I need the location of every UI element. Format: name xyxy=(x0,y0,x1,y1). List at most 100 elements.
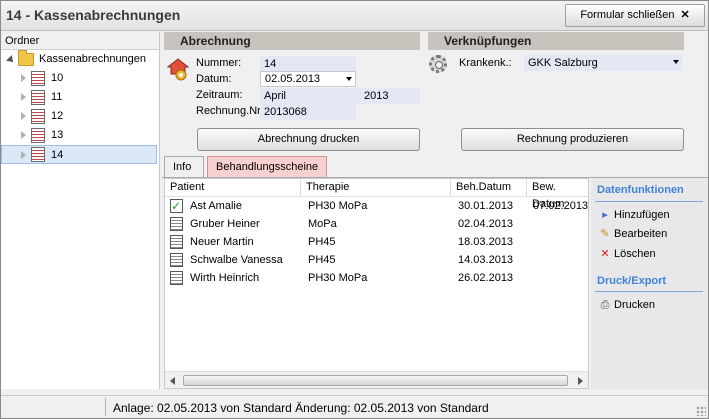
druck-export-header: Druck/Export xyxy=(597,275,667,287)
expand-icon[interactable] xyxy=(21,151,26,159)
table-row[interactable]: Wirth Heinrich PH30 MoPa 26.02.2013 xyxy=(165,269,588,287)
drucken-label: Drucken xyxy=(614,299,655,311)
drucken-button[interactable]: ⎙ Drucken xyxy=(599,297,655,313)
collapse-icon[interactable] xyxy=(6,55,16,65)
tab-behandlungsscheine[interactable]: Behandlungsscheine xyxy=(207,156,327,178)
cell-patient: Wirth Heinrich xyxy=(190,272,260,284)
status-bar: Anlage: 02.05.2013 von Standard Änderung… xyxy=(1,395,708,418)
tab-info[interactable]: Info xyxy=(164,156,204,178)
krankenk-label: Krankenk.: xyxy=(459,57,512,69)
nummer-label: Nummer: xyxy=(196,57,242,69)
tree-item-label: 11 xyxy=(51,91,63,103)
delete-icon: ✕ xyxy=(600,248,610,260)
status-separator xyxy=(105,398,106,416)
krankenk-select[interactable]: GKK Salzburg xyxy=(524,55,682,71)
bearbeiten-label: Bearbeiten xyxy=(614,228,668,240)
verknuepfungen-header: Verknüpfungen xyxy=(428,32,684,50)
doc-icon xyxy=(170,235,183,249)
tree-root-label: Kassenabrechnungen xyxy=(39,53,147,65)
add-icon: ▸ xyxy=(602,209,608,221)
column-header-bew-datum[interactable]: Bew. Datum xyxy=(527,179,588,210)
table-row[interactable]: Schwalbe Vanessa PH45 14.03.2013 xyxy=(165,251,588,269)
nummer-field[interactable]: 14 xyxy=(260,56,356,72)
rechnung-label: Rechnung.Nr xyxy=(196,105,261,117)
cell-therapie: PH30 MoPa xyxy=(308,200,368,212)
invoice-icon xyxy=(31,90,45,105)
hinzufuegen-label: Hinzufügen xyxy=(614,209,670,221)
zeitraum-month-field[interactable]: April xyxy=(260,88,360,104)
zeitraum-year-field[interactable]: 2013 xyxy=(360,88,420,104)
tree-item-label: 14 xyxy=(51,149,64,161)
cell-beh-datum: 14.03.2013 xyxy=(458,254,514,266)
check-doc-icon xyxy=(170,197,183,215)
loeschen-label: Löschen xyxy=(614,248,656,260)
folder-icon xyxy=(18,50,34,66)
cell-beh-datum: 18.03.2013 xyxy=(458,236,514,248)
tree-item-13[interactable]: 13 xyxy=(1,126,159,145)
invoice-icon xyxy=(31,147,45,162)
window: 14 - Kassenabrechnungen Formular schließ… xyxy=(0,0,709,419)
dropdown-arrow-icon[interactable] xyxy=(346,77,352,81)
tree-item-label: 12 xyxy=(51,110,64,122)
cell-patient: Schwalbe Vanessa xyxy=(190,254,283,266)
krankenk-value: GKK Salzburg xyxy=(528,57,598,69)
close-form-button[interactable]: Formular schließen ✕ xyxy=(565,4,705,27)
doc-icon xyxy=(170,217,183,231)
expand-icon[interactable] xyxy=(21,74,26,82)
horizontal-scrollbar[interactable] xyxy=(165,371,588,388)
invoice-icon xyxy=(31,128,45,143)
cell-patient: Neuer Martin xyxy=(190,236,254,248)
doc-icon xyxy=(170,271,183,285)
printer-icon: ⎙ xyxy=(600,299,610,311)
abrechnung-header: Abrechnung xyxy=(164,32,420,50)
tree-item-label: 13 xyxy=(51,129,64,141)
expand-icon[interactable] xyxy=(21,112,26,120)
cell-beh-datum: 02.04.2013 xyxy=(458,218,514,230)
folder-tree-header: Ordner xyxy=(1,32,159,50)
cell-patient: Gruber Heiner xyxy=(190,218,260,230)
table-row[interactable]: Gruber Heiner MoPa 02.04.2013 xyxy=(165,215,588,233)
datum-label: Datum: xyxy=(196,73,232,85)
cell-bew-datum: 07.02.2013 xyxy=(533,200,589,212)
datenfunktionen-header: Datenfunktionen xyxy=(597,184,684,196)
tree-root[interactable]: Kassenabrechnungen xyxy=(1,50,159,69)
scroll-right-icon[interactable] xyxy=(578,377,583,385)
table-row[interactable]: Ast Amalie PH30 MoPa 30.01.2013 07.02.20… xyxy=(165,197,589,215)
resize-grip-icon[interactable] xyxy=(696,406,706,416)
scroll-left-icon[interactable] xyxy=(170,377,175,385)
abrechnung-drucken-button[interactable]: Abrechnung drucken xyxy=(197,128,420,151)
tree-item-10[interactable]: 10 xyxy=(1,69,159,88)
close-icon: ✕ xyxy=(680,9,690,21)
dropdown-arrow-icon[interactable] xyxy=(673,60,679,64)
cell-therapie: PH30 MoPa xyxy=(308,272,368,284)
cell-patient: Ast Amalie xyxy=(190,200,242,212)
column-header-therapie[interactable]: Therapie xyxy=(301,179,451,196)
expand-icon[interactable] xyxy=(21,93,26,101)
cell-therapie: PH45 xyxy=(308,236,336,248)
expand-icon[interactable] xyxy=(21,131,26,139)
table-row[interactable]: Neuer Martin PH45 18.03.2013 xyxy=(165,233,588,251)
datum-field[interactable]: 02.05.2013 xyxy=(260,71,356,87)
datenfunktionen-divider xyxy=(595,201,703,202)
invoice-gear-icon xyxy=(167,58,189,81)
tree-item-14[interactable]: 14 xyxy=(1,145,157,164)
rechnung-field[interactable]: 2013068 xyxy=(260,104,356,120)
scrollbar-thumb[interactable] xyxy=(183,375,568,386)
cell-therapie: PH45 xyxy=(308,254,336,266)
hinzufuegen-button[interactable]: ▸ Hinzufügen xyxy=(599,207,670,223)
column-header-beh-datum[interactable]: Beh.Datum xyxy=(451,179,527,196)
close-form-label: Formular schließen xyxy=(580,9,675,21)
folder-tree: Ordner Kassenabrechnungen 10 11 12 13 14 xyxy=(1,32,160,389)
status-text: Anlage: 02.05.2013 von Standard Änderung… xyxy=(113,401,489,415)
loeschen-button[interactable]: ✕ Löschen xyxy=(599,246,656,262)
bearbeiten-button[interactable]: ✎ Bearbeiten xyxy=(599,226,667,242)
datum-value: 02.05.2013 xyxy=(265,73,321,85)
column-header-patient[interactable]: Patient xyxy=(165,179,301,196)
tree-item-11[interactable]: 11 xyxy=(1,88,159,107)
zeitraum-label: Zeitraum: xyxy=(196,89,243,101)
cell-therapie: MoPa xyxy=(308,218,337,230)
tree-item-12[interactable]: 12 xyxy=(1,107,159,126)
rechnung-produzieren-button[interactable]: Rechnung produzieren xyxy=(461,128,684,151)
window-title: 14 - Kassenabrechnungen xyxy=(6,7,181,23)
tree-item-label: 10 xyxy=(51,72,64,84)
